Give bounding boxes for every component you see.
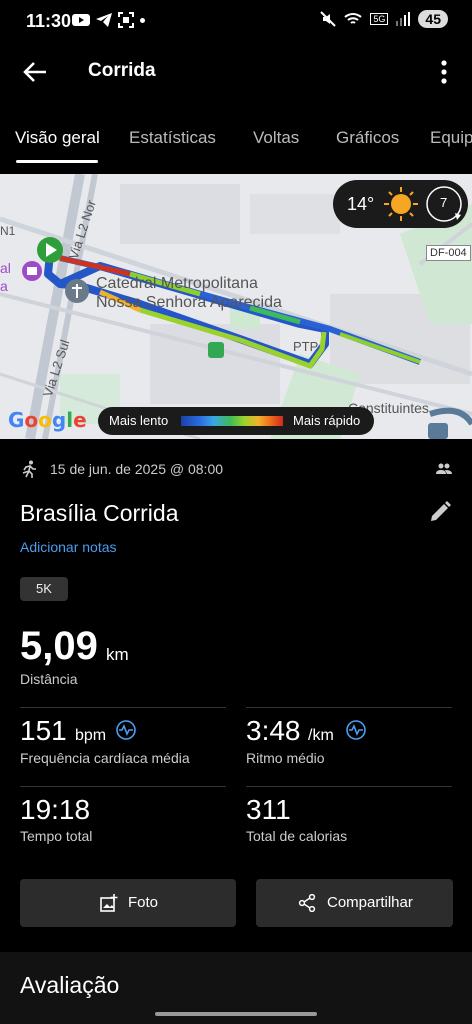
status-time: 11:30 [26,11,72,31]
divider [246,786,452,787]
evaluation-title: Avaliação [20,972,120,998]
map-label-left-1: al [0,260,11,276]
page-title: Corrida [88,60,156,81]
screenshot-icon [118,12,134,28]
map-label-df004: DF-004 [426,245,471,261]
google-logo: Google [8,408,87,432]
dot-icon [140,17,145,23]
signal-icon [396,12,411,26]
tab-bar: Visão geral Estatísticas Voltas Gráficos… [0,112,472,166]
weather-overlay: 14° 7 [333,180,468,228]
heart-rate-chart-icon[interactable] [116,720,136,740]
mute-icon [320,11,337,27]
map-label-n1: N1 [0,224,16,238]
heart-rate-unit: bpm [75,727,107,744]
app-bar: Corrida [0,44,472,100]
pencil-icon[interactable] [428,500,452,524]
running-icon [22,460,36,478]
activity-title: Brasília Corrida [20,500,179,526]
add-photo-label: Foto [128,894,159,911]
legend-color-scale [181,416,283,426]
legend-slow-label: Mais lento [109,413,169,428]
map-label-cathedral-2: Nossa Senhora Aparecida [96,294,282,311]
share-icon [298,894,316,912]
divider [20,707,226,708]
status-bar: 11:30 5G 45 [0,0,472,44]
active-tab-indicator [16,160,98,163]
tab-statistics[interactable]: Estatísticas [129,128,216,148]
map-label-ptp: PTP [293,339,319,354]
tab-overview[interactable]: Visão geral [15,128,100,148]
total-time-label: Tempo total [20,828,93,844]
battery-indicator: 45 [418,10,448,28]
back-arrow-icon[interactable] [20,58,50,86]
sun-icon [384,187,418,221]
home-indicator[interactable] [155,1012,317,1016]
tab-laps[interactable]: Voltas [253,128,299,148]
add-notes-link[interactable]: Adicionar notas [20,539,117,555]
heart-rate-value: 151 [20,715,67,746]
map-label-left-2: a [0,278,8,294]
total-time-value: 19:18 [20,794,91,825]
add-photo-icon [100,894,118,912]
weather-temperature: 14° [347,194,375,214]
system-icons: 5G 45 [320,10,448,28]
wind-speed: 7 [440,195,448,210]
pace-value: 3:48 [246,715,301,746]
distance-label: Distância [20,671,78,687]
divider [20,786,226,787]
distance-unit: km [106,645,129,664]
share-label: Compartilhar [327,894,413,911]
tab-equipment[interactable]: Equip [430,128,472,148]
more-options-icon[interactable] [434,58,454,86]
pace-chart-icon[interactable] [346,720,366,740]
youtube-icon [72,14,90,26]
tab-charts[interactable]: Gráficos [336,128,399,148]
pace-unit: /km [308,727,334,744]
divider [246,707,452,708]
share-button[interactable]: Compartilhar [256,879,453,927]
add-photo-button[interactable]: Foto [20,879,236,927]
legend-fast-label: Mais rápido [293,413,361,428]
map-label-cathedral-1: Catedral Metropolitana [96,275,258,292]
notification-icons [72,12,145,28]
pace-label: Ritmo médio [246,750,325,766]
distance-badge: 5K [20,577,68,601]
pace-legend: Mais lento Mais rápido [98,407,374,435]
participants-icon[interactable] [436,462,452,476]
calories-value: 311 [246,794,291,825]
activity-date-row: 15 de jun. de 2025 @ 08:00 [20,458,460,482]
distance-value: 5,09 [20,624,98,668]
heart-rate-label: Frequência cardíaca média [20,750,190,766]
wifi-icon [344,13,363,24]
telegram-icon [96,13,112,27]
activity-date: 15 de jun. de 2025 @ 08:00 [50,461,224,477]
network-badge: 5G [370,13,389,25]
calories-label: Total de calorias [246,828,348,844]
